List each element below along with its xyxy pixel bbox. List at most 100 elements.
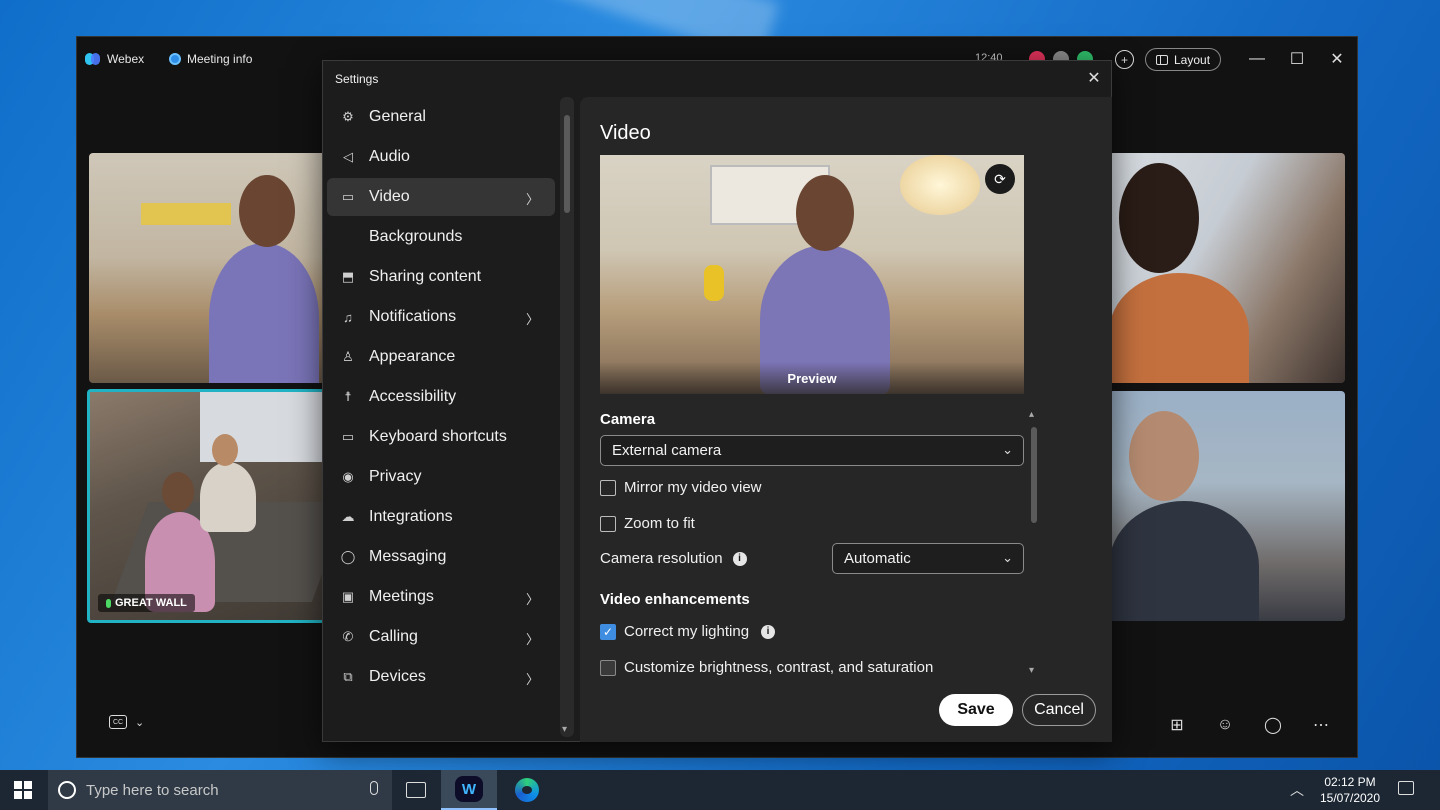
nav-item-sharing-content[interactable]: ⬒ Sharing content bbox=[327, 258, 555, 296]
nav-item-video[interactable]: ▭ Video 〉 bbox=[327, 178, 555, 216]
chevron-down-icon[interactable]: ▾ bbox=[1029, 665, 1034, 676]
layout-label: Layout bbox=[1174, 52, 1211, 67]
chevron-right-icon: 〉 bbox=[525, 672, 539, 687]
nav-item-meetings[interactable]: ▣ Meetings 〉 bbox=[327, 578, 555, 616]
camera-select[interactable]: External camera ⌄ bbox=[600, 435, 1024, 466]
camera-value: External camera bbox=[612, 442, 722, 459]
nav-label: Notifications bbox=[369, 308, 457, 325]
save-button[interactable]: Save bbox=[939, 694, 1013, 726]
nav-item-backgrounds[interactable]: Backgrounds bbox=[327, 218, 555, 256]
system-clock[interactable]: 02:12 PM 15/07/2020 bbox=[1314, 774, 1386, 806]
participant-head bbox=[162, 472, 194, 512]
mirror-video-label: Mirror my video view bbox=[624, 479, 762, 496]
video-tile[interactable] bbox=[1109, 153, 1345, 383]
video-tile-active-speaker[interactable]: GREAT WALL bbox=[87, 389, 331, 623]
close-icon[interactable]: ✕ bbox=[1083, 67, 1105, 89]
maximize-icon[interactable]: ☐ bbox=[1285, 47, 1309, 71]
nav-label: Appearance bbox=[369, 348, 456, 365]
nav-item-general[interactable]: ⚙ General bbox=[327, 98, 555, 136]
nav-item-audio[interactable]: ◁ Audio bbox=[327, 138, 555, 176]
meeting-info-button[interactable]: Meeting info bbox=[169, 52, 252, 66]
zoom-to-fit-label: Zoom to fit bbox=[624, 515, 695, 532]
nav-item-calling[interactable]: ✆ Calling 〉 bbox=[327, 618, 555, 656]
info-icon[interactable]: i bbox=[761, 624, 776, 639]
chevron-right-icon: 〉 bbox=[525, 592, 539, 607]
nav-item-devices[interactable]: ⧉ Devices 〉 bbox=[327, 658, 555, 696]
participant-figure bbox=[200, 462, 256, 532]
keyboard-icon: ▭ bbox=[341, 429, 355, 444]
calendar-icon: ▣ bbox=[341, 589, 355, 604]
windows-start-icon[interactable] bbox=[14, 781, 32, 799]
nav-label: General bbox=[369, 108, 426, 125]
content-scrollbar[interactable]: ▴ ▾ bbox=[1028, 409, 1042, 681]
sticky-notes bbox=[141, 203, 231, 225]
start-pane bbox=[24, 781, 32, 789]
video-tile[interactable] bbox=[89, 153, 329, 383]
microphone-icon[interactable] bbox=[370, 781, 378, 795]
captions-button[interactable]: CC ⌄ bbox=[109, 715, 144, 729]
correct-lighting-checkbox[interactable]: ✓ bbox=[600, 623, 616, 640]
customize-brightness-option[interactable]: Customize brightness, contrast, and satu… bbox=[600, 659, 933, 676]
participant-head bbox=[1119, 163, 1199, 273]
accessibility-icon: ☨ bbox=[344, 389, 352, 404]
search-placeholder: Type here to search bbox=[86, 781, 219, 799]
webex-logo[interactable]: Webex bbox=[85, 52, 144, 66]
camera-label: Camera bbox=[600, 411, 656, 428]
taskbar-webex-app[interactable]: W bbox=[441, 770, 497, 810]
nav-label: Sharing content bbox=[369, 268, 482, 285]
close-icon[interactable]: ✕ bbox=[1325, 47, 1349, 71]
chevron-up-icon[interactable]: ︿ bbox=[1290, 780, 1304, 800]
nav-item-keyboard-shortcuts[interactable]: ▭ Keyboard shortcuts bbox=[327, 418, 555, 456]
chat-icon[interactable]: ◯ bbox=[1262, 714, 1284, 736]
chevron-down-icon[interactable]: ▾ bbox=[562, 724, 567, 735]
nav-item-accessibility[interactable]: ☨ Accessibility bbox=[327, 378, 555, 416]
taskbar-edge-app[interactable] bbox=[499, 770, 555, 810]
notification-center-icon[interactable] bbox=[1398, 781, 1414, 795]
app-name: Webex bbox=[107, 52, 145, 66]
correct-lighting-label: Correct my lighting bbox=[624, 623, 750, 640]
video-camera-icon: ▭ bbox=[341, 189, 355, 204]
scrollbar-thumb[interactable] bbox=[564, 115, 570, 213]
chevron-right-icon: 〉 bbox=[525, 312, 539, 327]
nav-item-messaging[interactable]: ◯ Messaging bbox=[327, 538, 555, 576]
privacy-icon: ◉ bbox=[342, 469, 354, 484]
zoom-icon[interactable]: + bbox=[1115, 50, 1134, 69]
mirror-video-option[interactable]: Mirror my video view bbox=[600, 479, 762, 496]
correct-lighting-option[interactable]: ✓ Correct my lighting i bbox=[600, 623, 776, 640]
preview-label: Preview bbox=[787, 371, 837, 386]
start-pane bbox=[24, 791, 32, 799]
scrollbar-thumb[interactable] bbox=[1031, 427, 1037, 523]
more-options-icon[interactable]: ⋯ bbox=[1310, 714, 1332, 736]
zoom-to-fit-checkbox[interactable] bbox=[600, 515, 616, 532]
apps-icon[interactable]: ⊞ bbox=[1166, 714, 1188, 736]
video-enhancements-label: Video enhancements bbox=[600, 591, 750, 608]
participant-head bbox=[1129, 411, 1199, 501]
video-tile[interactable] bbox=[1109, 391, 1345, 621]
zoom-to-fit-option[interactable]: Zoom to fit bbox=[600, 515, 695, 532]
nav-item-privacy[interactable]: ◉ Privacy bbox=[327, 458, 555, 496]
nav-item-appearance[interactable]: ♙ Appearance bbox=[327, 338, 555, 376]
nav-scrollbar[interactable]: ▾ bbox=[560, 97, 574, 737]
nav-label: Video bbox=[369, 188, 410, 205]
room-name: GREAT WALL bbox=[115, 597, 187, 609]
chevron-up-icon[interactable]: ▴ bbox=[1029, 409, 1034, 420]
chevron-down-icon: ⌄ bbox=[135, 716, 145, 729]
windows-taskbar: Type here to search W ︿ 02:12 PM 15/07/2… bbox=[0, 770, 1440, 810]
customize-brightness-checkbox[interactable] bbox=[600, 659, 616, 676]
rotate-camera-icon[interactable]: ⟳ bbox=[985, 164, 1015, 194]
nav-item-notifications[interactable]: ♫ Notifications 〉 bbox=[327, 298, 555, 336]
taskbar-search-box[interactable]: Type here to search bbox=[48, 770, 392, 810]
mirror-video-checkbox[interactable] bbox=[600, 479, 616, 496]
camera-resolution-label: Camera resolution bbox=[600, 550, 723, 567]
nav-item-integrations[interactable]: ☁ Integrations bbox=[327, 498, 555, 536]
task-view-icon[interactable] bbox=[406, 782, 426, 798]
info-icon[interactable]: i bbox=[732, 551, 747, 566]
layout-button[interactable]: Layout bbox=[1145, 48, 1222, 71]
resolution-select[interactable]: Automatic ⌄ bbox=[832, 543, 1024, 574]
customize-brightness-label: Customize brightness, contrast, and satu… bbox=[624, 659, 934, 676]
camera-resolution-row: Camera resolution i bbox=[600, 550, 747, 567]
webex-logo-icon bbox=[85, 53, 101, 65]
cancel-button[interactable]: Cancel bbox=[1022, 694, 1096, 726]
minimize-icon[interactable]: — bbox=[1245, 47, 1269, 71]
participants-icon[interactable]: ☺ bbox=[1214, 714, 1236, 736]
